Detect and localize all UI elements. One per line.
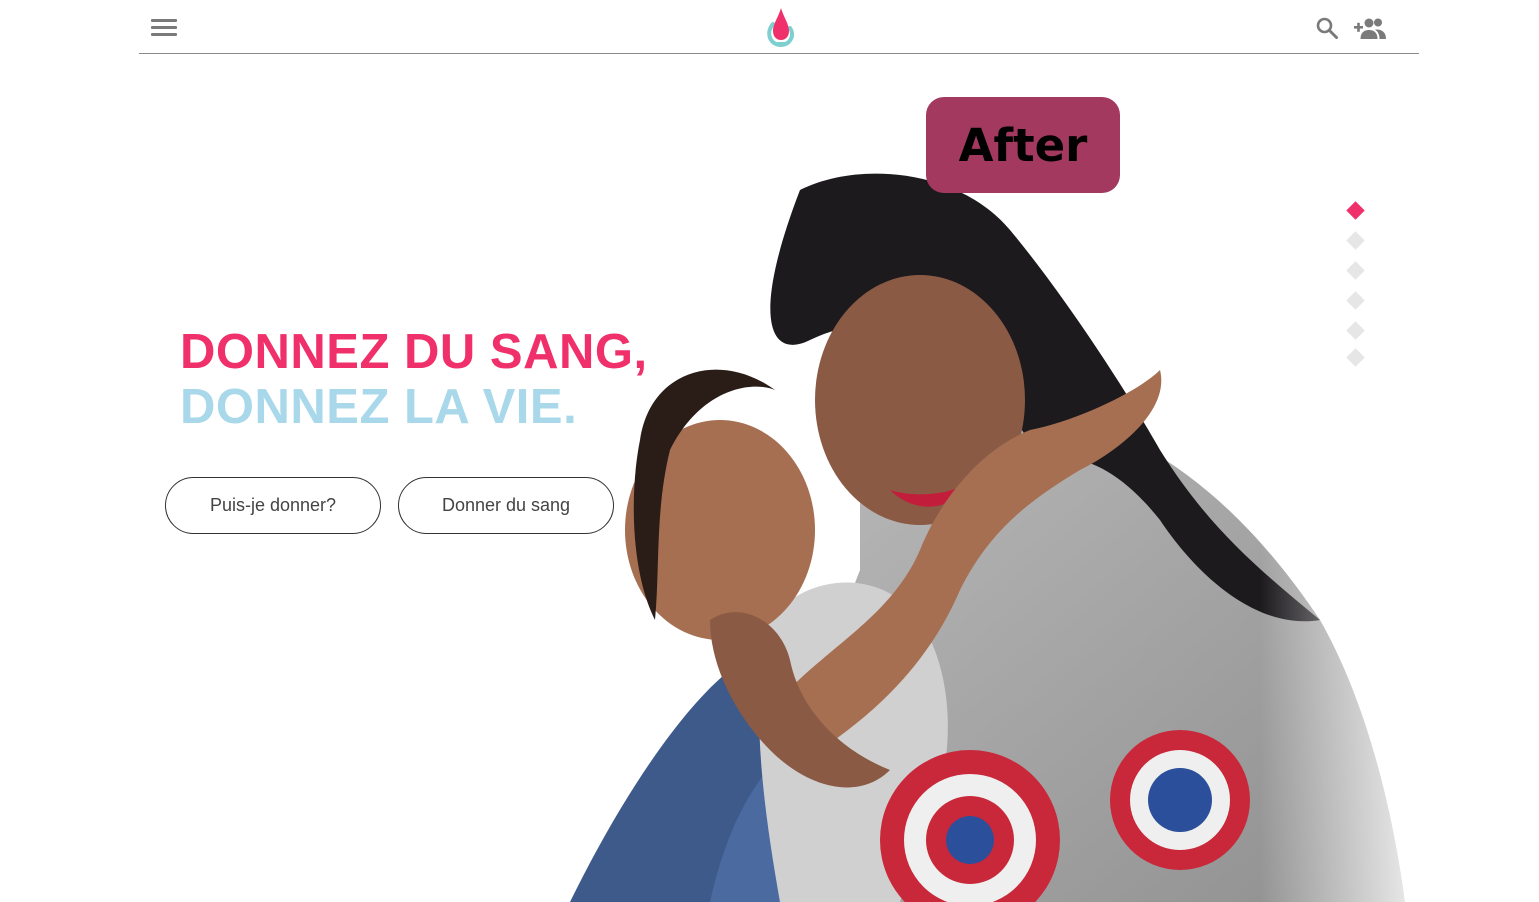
- hamburger-menu-icon[interactable]: [151, 17, 177, 39]
- slider-dot-6[interactable]: [1346, 348, 1365, 367]
- headline-line-2: DONNEZ LA VIE.: [180, 380, 578, 434]
- slider-dot-5[interactable]: [1346, 321, 1365, 340]
- blood-drop-logo-icon[interactable]: [764, 6, 798, 48]
- after-badge: After: [926, 97, 1120, 193]
- add-group-user-icon[interactable]: [1353, 15, 1387, 41]
- donate-blood-button[interactable]: Donner du sang: [398, 477, 614, 534]
- slider-dot-3[interactable]: [1346, 261, 1365, 280]
- slider-pagination: [1346, 200, 1368, 370]
- top-navigation-bar: [139, 0, 1419, 54]
- search-icon[interactable]: [1315, 16, 1339, 40]
- slider-dot-1[interactable]: [1346, 201, 1365, 220]
- hero-photo-mother-hugging-child: [570, 150, 1419, 902]
- can-i-donate-button[interactable]: Puis-je donner?: [165, 477, 381, 534]
- slider-dot-2[interactable]: [1346, 231, 1365, 250]
- hero-headline: DONNEZ DU SANG, DONNEZ LA VIE.: [180, 325, 648, 435]
- slider-dot-4[interactable]: [1346, 291, 1365, 310]
- headline-line-1: DONNEZ DU SANG,: [180, 325, 648, 379]
